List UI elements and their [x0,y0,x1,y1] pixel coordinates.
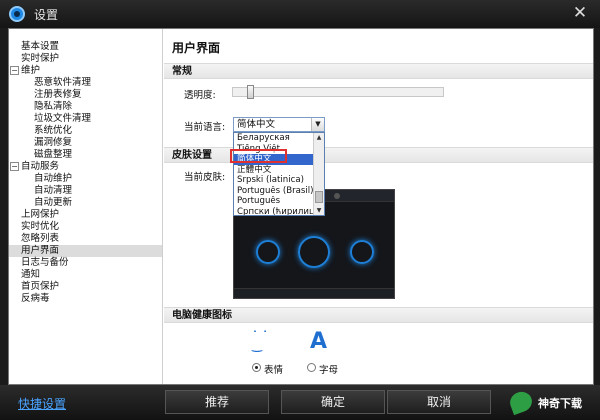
nav-item-label: 维护 [21,65,41,76]
bottom-bar: 快捷设置 推荐 确定 取消 神奇下载 [0,385,600,420]
nav-item-label: 隐私清除 [34,101,73,112]
transparency-slider[interactable] [232,87,444,97]
chevron-down-icon[interactable]: ▼ [311,118,324,131]
language-option[interactable]: Português [234,196,314,207]
nav-item[interactable]: 自动清理 [9,185,162,197]
brand-leaf-icon [507,388,535,416]
collapse-toggle-icon[interactable]: − [10,162,19,171]
nav-item[interactable]: 注册表修复 [9,89,162,101]
radio-emoji[interactable] [252,363,261,372]
recommend-button[interactable]: 推荐 [165,390,269,414]
nav-item-label: 自动维护 [34,173,73,184]
cancel-button[interactable]: 取消 [387,390,491,414]
scroll-up-icon[interactable]: ▲ [314,133,324,142]
window-title: 设置 [34,8,59,22]
nav-item[interactable]: 恶意软件清理 [9,77,162,89]
section-general-header: 常规 [164,63,593,79]
nav-item[interactable]: 上网保护 [9,209,162,221]
nav-item-label: 恶意软件清理 [34,77,92,88]
language-select[interactable]: 简体中文 ▼ [233,117,325,132]
nav-item-label: 反病毒 [21,293,50,304]
nav-item[interactable]: 基本设置 [9,41,162,53]
nav-item[interactable]: 实时优化 [9,221,162,233]
nav-item[interactable]: 自动维护 [9,173,162,185]
language-option[interactable]: 正體中文 [234,165,314,176]
nav-item[interactable]: − 维护 [9,65,162,77]
brand-text: 神奇下载 [538,397,582,410]
nav-item-label: 系统优化 [34,125,73,136]
language-option[interactable]: Српски (ћирилица) [234,207,314,216]
close-button[interactable]: ✕ [570,3,590,23]
dropdown-scrollbar[interactable]: ▲ ▼ [313,133,324,215]
collapse-toggle-icon[interactable]: − [10,66,19,75]
settings-nav-tree: 基本设置 实时保护 − 维护 恶意软件清理 注册表修复 隐私清除 垃圾文件清理 系统优化 漏洞修复… [9,29,163,384]
scrollbar-thumb[interactable] [315,191,323,203]
nav-item[interactable]: 磁盘整理 [9,149,162,161]
language-dropdown-list[interactable]: Беларуская Tiếng Việt 简体中文 正體中文 Srpski (lati… [233,132,325,216]
language-select-value: 简体中文 [237,119,276,130]
scroll-down-icon[interactable]: ▼ [314,206,324,215]
nav-item[interactable]: 忽略列表 [9,233,162,245]
language-option[interactable]: Srpski (latinica) [234,175,314,186]
content-panel: 用户界面 常规 透明度: 当前语言: 简体中文 ▼ 皮肤设置 当前皮肤: 电脑健… [164,29,593,384]
transparency-slider-thumb[interactable] [246,85,254,99]
nav-item[interactable]: 反病毒 [9,293,162,305]
skin-preview-statusbar [234,288,394,298]
nav-item-label: 实时保护 [21,53,60,64]
nav-item-label: 实时优化 [21,221,60,232]
skin-tool-ring-icon [350,240,374,264]
nav-item[interactable]: 首页保护 [9,281,162,293]
section-health-icon-header: 电脑健康图标 [164,307,593,323]
nav-item[interactable]: − 自动服务 [9,161,162,173]
smiley-face-icon: ˙ ˙ ‿ [252,329,269,352]
radio-emoji-label[interactable]: 表情 [264,362,283,376]
nav-item-label: 日志与备份 [21,257,69,268]
nav-item[interactable]: 用户界面 [9,245,162,257]
radio-letter[interactable] [307,363,316,372]
language-option[interactable]: Беларуская [234,133,314,144]
nav-item-label: 自动清理 [34,185,73,196]
language-option[interactable]: 简体中文 [234,154,314,165]
language-label: 当前语言: [184,122,226,133]
nav-item[interactable]: 自动更新 [9,197,162,209]
section-skin-header: 皮肤设置 [164,147,593,163]
nav-item[interactable]: 隐私清除 [9,101,162,113]
nav-item[interactable]: 垃圾文件清理 [9,113,162,125]
nav-item-label: 磁盘整理 [34,149,73,160]
nav-item-label: 忽略列表 [21,233,60,244]
skin-main-ring-icon [298,236,330,268]
ok-button[interactable]: 确定 [281,390,385,414]
nav-item-label: 自动更新 [34,197,73,208]
skin-tool-ring-icon [256,240,280,264]
quick-settings-link[interactable]: 快捷设置 [18,395,66,412]
nav-item[interactable]: 系统优化 [9,125,162,137]
page-title: 用户界面 [172,41,221,55]
transparency-label: 透明度: [184,90,216,101]
nav-item-label: 垃圾文件清理 [34,113,92,124]
current-skin-label: 当前皮肤: [184,172,226,183]
nav-item[interactable]: 日志与备份 [9,257,162,269]
skin-tab-icon [334,193,340,199]
settings-frame: 基本设置 实时保护 − 维护 恶意软件清理 注册表修复 隐私清除 垃圾文件清理 系统优化 漏洞修复… [8,28,594,385]
nav-item[interactable]: 通知 [9,269,162,281]
nav-item-label: 漏洞修复 [34,137,73,148]
app-logo-icon [9,6,25,22]
nav-item-label: 通知 [21,269,41,280]
letter-a-icon: A [310,329,328,354]
nav-item-label: 上网保护 [21,209,60,220]
title-bar: 设置 ✕ [0,0,600,28]
radio-letter-label[interactable]: 字母 [319,362,338,376]
nav-item[interactable]: 漏洞修复 [9,137,162,149]
language-option[interactable]: Tiếng Việt [234,144,314,155]
nav-item[interactable]: 实时保护 [9,53,162,65]
language-option[interactable]: Português (Brasil) [234,186,314,197]
nav-item-label: 基本设置 [21,41,60,52]
nav-item-label: 自动服务 [21,161,60,172]
nav-item-label: 用户界面 [21,245,60,256]
nav-item-label: 首页保护 [21,281,60,292]
nav-item-label: 注册表修复 [34,89,82,100]
